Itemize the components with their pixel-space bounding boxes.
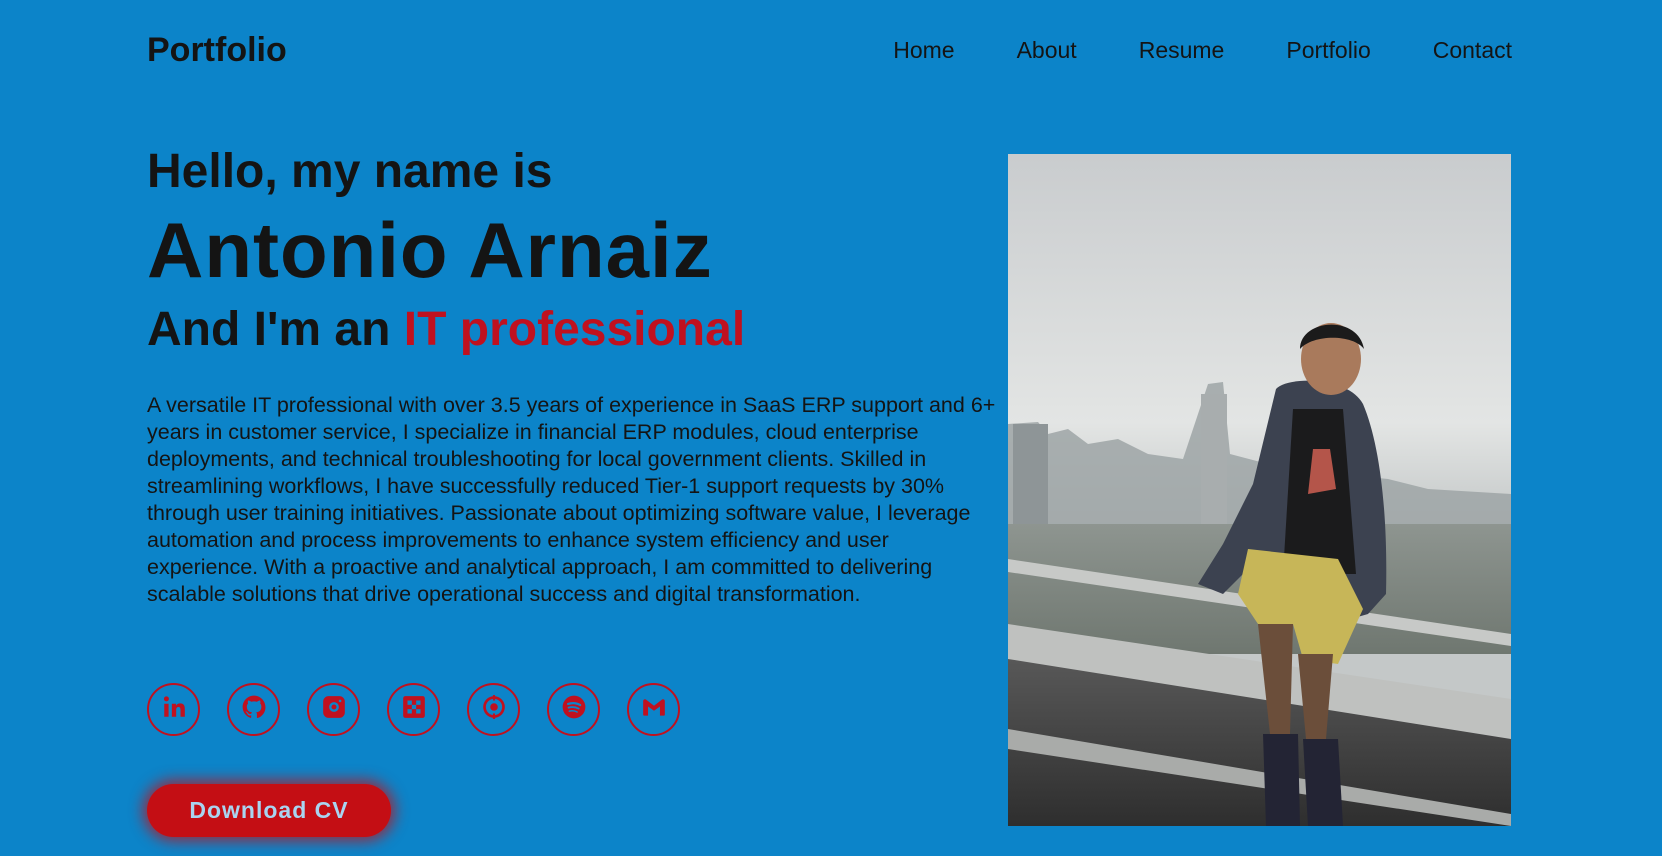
nav-resume[interactable]: Resume <box>1139 37 1225 64</box>
site-logo[interactable]: Portfolio <box>147 31 287 70</box>
main-nav: Home About Resume Portfolio Contact <box>893 37 1512 64</box>
instagram-icon <box>321 694 347 725</box>
hero-intro: Hello, my name is Antonio Arnaiz And I'm… <box>147 144 997 608</box>
role-heading: And I'm an IT professional <box>147 302 997 358</box>
github-link[interactable] <box>227 683 280 736</box>
linkedin-icon <box>161 694 187 725</box>
spotify-link[interactable] <box>547 683 600 736</box>
nav-contact[interactable]: Contact <box>1433 37 1512 64</box>
profile-photo <box>1008 154 1511 826</box>
chess-link[interactable] <box>387 683 440 736</box>
role-prefix: And I'm an <box>147 303 404 356</box>
bio-paragraph: A versatile IT professional with over 3.… <box>147 393 996 606</box>
spotify-icon <box>561 694 587 725</box>
greeting-heading: Hello, my name is <box>147 145 553 198</box>
name-heading: Antonio Arnaiz <box>147 206 713 294</box>
download-cv-button[interactable]: Download CV <box>147 784 391 837</box>
site-header: Portfolio Home About Resume Portfolio Co… <box>147 24 1512 76</box>
role-highlight: IT professional <box>403 303 746 356</box>
nav-portfolio[interactable]: Portfolio <box>1286 37 1370 64</box>
social-links <box>147 683 680 736</box>
linkedin-link[interactable] <box>147 683 200 736</box>
gmail-icon <box>641 694 667 725</box>
instagram-link[interactable] <box>307 683 360 736</box>
nav-about[interactable]: About <box>1017 37 1077 64</box>
chess-icon <box>401 694 427 725</box>
nav-home[interactable]: Home <box>893 37 954 64</box>
github-icon <box>241 694 267 725</box>
target-icon <box>481 694 507 725</box>
target-link[interactable] <box>467 683 520 736</box>
gmail-link[interactable] <box>627 683 680 736</box>
